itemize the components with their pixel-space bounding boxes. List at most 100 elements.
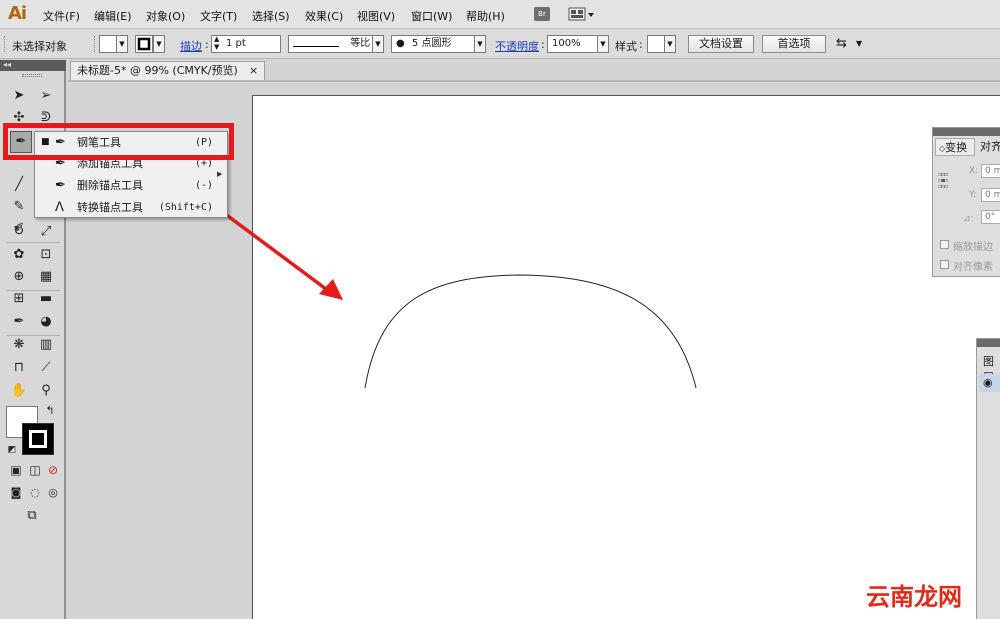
slice-tool-icon[interactable]: ⟋ xyxy=(36,358,56,378)
preferences-button[interactable]: 首选项 xyxy=(762,35,826,53)
artboard-tool-icon[interactable]: ⊓ xyxy=(9,358,29,378)
opacity-colon: : xyxy=(541,38,545,51)
align-pixel-label: 对齐像素 xyxy=(953,262,993,273)
draw-inside-icon[interactable]: ◎ xyxy=(43,483,63,503)
stroke-color-swatch[interactable] xyxy=(22,423,54,455)
color-mode-icon[interactable]: ▣ xyxy=(6,460,26,480)
flyout-item-convert-anchor[interactable]: ᐱ 转换锚点工具 (Shift+C) xyxy=(35,197,227,218)
tab-align[interactable]: 对齐 xyxy=(980,138,1000,156)
style-dropdown[interactable]: ▼ xyxy=(664,35,676,53)
menu-window[interactable]: 窗口(W) xyxy=(411,8,452,24)
gradient-tool-icon[interactable]: ▬ xyxy=(36,289,56,309)
scale-tool-icon[interactable]: ⤢ xyxy=(36,222,56,242)
control-bar-grip[interactable] xyxy=(4,36,6,52)
delete-anchor-point-icon: ✒ xyxy=(55,178,66,193)
arrange-grid-icon xyxy=(568,7,594,21)
menu-view[interactable]: 视图(V) xyxy=(357,8,395,24)
stroke-label-link[interactable]: 描边 xyxy=(180,38,202,54)
zoom-tool-icon[interactable]: ⚲ xyxy=(36,381,56,401)
perspective-grid-tool-icon[interactable]: ▦ xyxy=(36,267,56,287)
screen-mode-icon[interactable]: ⧉ xyxy=(22,506,42,526)
mesh-tool-icon[interactable]: ⊞ xyxy=(9,289,29,309)
warp-tool-icon[interactable]: ✿ xyxy=(9,245,29,265)
hand-tool-icon[interactable]: ✋ xyxy=(9,381,29,401)
rotate-tool-icon[interactable]: ↻ xyxy=(9,222,29,242)
draw-normal-icon[interactable]: ◙ xyxy=(6,483,26,503)
brush-dropdown[interactable]: ▼ xyxy=(474,35,486,53)
draw-behind-icon[interactable]: ◌ xyxy=(25,483,45,503)
selection-status: 未选择对象 xyxy=(12,40,67,53)
stroke-dropdown[interactable]: ▼ xyxy=(153,35,165,53)
menu-help[interactable]: 帮助(H) xyxy=(466,8,505,24)
opacity-dropdown[interactable]: ▼ xyxy=(597,35,609,53)
menu-type[interactable]: 文字(T) xyxy=(200,8,237,24)
chevron-down-icon: ▼ xyxy=(119,40,125,48)
shape-builder-tool-icon[interactable]: ⊕ xyxy=(9,267,29,287)
scale-strokes-checkbox[interactable] xyxy=(940,240,949,249)
opacity-label-link[interactable]: 不透明度 xyxy=(495,38,539,54)
menu-effect[interactable]: 效果(C) xyxy=(305,8,343,24)
default-colors-icon[interactable]: ◩ xyxy=(2,440,22,460)
style-swatch[interactable] xyxy=(647,35,665,53)
swap-fill-stroke-icon[interactable]: ↰ xyxy=(40,401,60,421)
tools-panel-grip[interactable] xyxy=(22,74,42,77)
brush-select[interactable]: ● 5 点圆形 xyxy=(391,35,485,53)
menu-file[interactable]: 文件(F) xyxy=(43,8,80,24)
paintbrush-tool-icon[interactable]: ✎ xyxy=(9,197,29,217)
flyout-item-delete-anchor[interactable]: ✒ 删除锚点工具 (-) xyxy=(35,175,227,196)
column-graph-tool-icon[interactable]: ▥ xyxy=(36,335,56,355)
arrange-panels-icon[interactable]: ⇆ xyxy=(836,36,847,51)
tab-strip xyxy=(68,80,1000,82)
stroke-weight-field[interactable]: ▲ ▼ 1 pt xyxy=(211,35,281,53)
tab-transform[interactable]: ◇变换 xyxy=(935,138,975,156)
stroke-profile-dropdown[interactable]: ▼ xyxy=(372,35,384,53)
free-transform-tool-icon[interactable]: ⊡ xyxy=(36,245,56,265)
gradient-mode-icon[interactable]: ◫ xyxy=(25,460,45,480)
document-setup-button[interactable]: 文档设置 xyxy=(688,35,754,53)
menu-object[interactable]: 对象(O) xyxy=(146,8,185,24)
blend-tool-icon[interactable]: ◕ xyxy=(36,312,56,332)
stroke-swatch[interactable] xyxy=(135,35,153,53)
flyout-item-label: 删除锚点工具 xyxy=(77,179,143,192)
annotation-highlight-box xyxy=(3,123,234,160)
brush-value: 5 点圆形 xyxy=(411,38,452,49)
bridge-button[interactable]: Br xyxy=(534,7,550,21)
stepper-icon[interactable]: ▲ ▼ xyxy=(214,36,219,51)
panel-menu-icon[interactable]: ▼ xyxy=(856,39,862,48)
fill-swatch[interactable] xyxy=(99,35,117,53)
document-tab[interactable]: 未标题-5* @ 99% (CMYK/预览) × xyxy=(70,61,265,80)
x-field[interactable]: 0 m xyxy=(981,164,1000,178)
align-pixel-checkbox[interactable] xyxy=(940,260,949,269)
y-field[interactable]: 0 m xyxy=(981,188,1000,202)
menu-edit[interactable]: 编辑(E) xyxy=(94,8,132,24)
style-label: 样式 xyxy=(615,40,637,53)
angle-label: ⊿: xyxy=(963,214,974,224)
flyout-tearoff-arrow-icon[interactable]: ▶ xyxy=(217,170,222,178)
arrange-documents-button[interactable] xyxy=(568,7,596,22)
line-tool-icon[interactable]: ╱ xyxy=(9,175,29,195)
opacity-field[interactable]: 100% xyxy=(547,35,599,53)
close-icon[interactable]: × xyxy=(249,62,258,80)
fill-dropdown[interactable]: ▼ xyxy=(116,35,128,53)
stroke-profile-select[interactable]: 等比 xyxy=(288,35,384,53)
control-bar: 未选择对象 ▼ ▼ 描边 : ▲ ▼ 1 pt 等比 ▼ ● 5 点圆形 ▼ 不透… xyxy=(0,29,1000,59)
menu-select[interactable]: 选择(S) xyxy=(252,8,290,24)
angle-field[interactable]: 0° xyxy=(981,210,1000,224)
chevron-down-icon: ▼ xyxy=(600,40,606,48)
selection-tool-icon[interactable]: ➤ xyxy=(9,86,29,106)
stroke-square-icon xyxy=(137,37,151,51)
y-label: Y: xyxy=(969,190,977,200)
visibility-eye-icon[interactable]: ◉ xyxy=(983,376,993,389)
reference-point-icon[interactable]: ▫▫▫ ▫▪▫ ▫▫▫ xyxy=(938,172,956,190)
symbol-sprayer-tool-icon[interactable]: ❋ xyxy=(9,335,29,355)
layers-panel-header[interactable] xyxy=(977,339,1000,347)
control-bar-divider xyxy=(94,36,96,52)
stroke-weight-value: 1 pt xyxy=(226,38,246,49)
x-label: X: xyxy=(969,166,979,176)
eyedropper-tool-icon[interactable]: ✒ xyxy=(9,312,29,332)
none-mode-icon[interactable]: ⊘ xyxy=(43,460,63,480)
transform-panel-header[interactable] xyxy=(933,128,1000,136)
artboard[interactable] xyxy=(252,95,1000,619)
tools-panel-collapse[interactable]: ◂◂ xyxy=(0,60,66,71)
direct-selection-tool-icon[interactable]: ➢ xyxy=(36,86,56,106)
